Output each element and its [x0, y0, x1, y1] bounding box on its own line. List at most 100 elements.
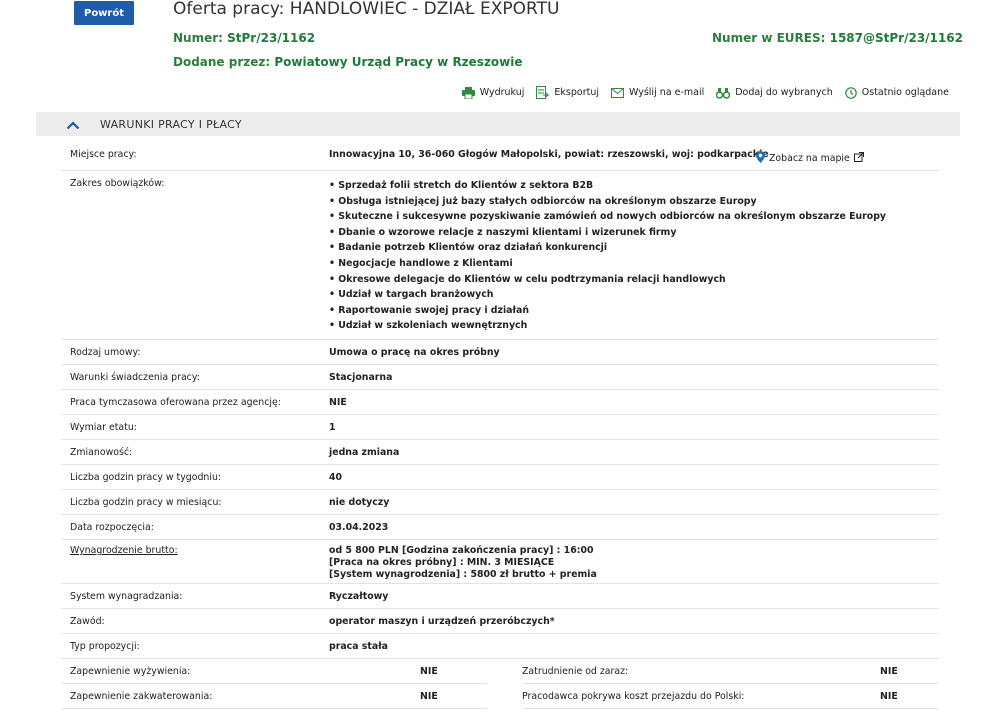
offer-type-label: Typ propozycji:	[70, 640, 140, 652]
add-favorite-button[interactable]: Dodaj do wybranych	[716, 87, 833, 99]
salary-value: od 5 800 PLN [Godzina zakończenia pracy]…	[329, 545, 939, 581]
list-item: Badanie potrzeb Klientów oraz działań ko…	[329, 240, 939, 256]
table-row: Typ propozycji: praca stała	[61, 634, 939, 659]
row-salary: Wynagrodzenie brutto: od 5 800 PLN [Godz…	[61, 540, 939, 584]
offer-number-value: StPr/23/1162	[227, 31, 316, 45]
pay-system-label: System wynagradzania:	[70, 590, 183, 602]
work-mode-label: Warunki świadczenia pracy:	[70, 371, 200, 383]
list-item: Sprzedaż folii stretch do Klientów z sek…	[329, 178, 939, 194]
contract-type-label: Rodzaj umowy:	[70, 346, 141, 358]
temp-agency-value: NIE	[329, 396, 347, 408]
printer-icon	[461, 86, 475, 99]
fte-label: Wymiar etatu:	[70, 421, 137, 433]
add-favorite-label: Dodaj do wybranych	[735, 87, 833, 98]
monthly-hours-label: Liczba godzin pracy w miesiącu:	[70, 496, 222, 508]
travel-cost-cell: Pracodawca pokrywa koszt przejazdu do Po…	[522, 684, 939, 709]
occupation-value: operator maszyn i urządzeń przeróbczych*	[329, 615, 555, 627]
eures-number: Numer w EURES: 1587@StPr/23/1162	[712, 31, 963, 45]
offer-number-key: Numer:	[173, 31, 228, 45]
monthly-hours-value: nie dotyczy	[329, 496, 390, 508]
shifts-label: Zmianowość:	[70, 446, 133, 458]
housing-label: Zapewnienie zakwaterowania:	[70, 690, 213, 702]
external-link-icon	[853, 152, 864, 165]
table-row: Zmianowość: jedna zmiana	[61, 440, 939, 465]
list-item: Udział w szkoleniach wewnętrznych	[329, 318, 939, 334]
table-row: Rodzaj umowy: Umowa o pracę na okres pró…	[61, 340, 939, 365]
table-row: Wymiar etatu: 1	[61, 415, 939, 440]
map-pin-icon	[756, 151, 765, 166]
export-button[interactable]: Eksportuj	[536, 86, 599, 99]
salary-line: [Praca na okres próbny] : MIN. 3 MIESIĄC…	[329, 557, 555, 568]
recently-viewed-button[interactable]: Ostatnio oglądane	[844, 86, 949, 99]
salary-line: od 5 800 PLN [Godzina zakończenia pracy]…	[329, 545, 594, 556]
housing-cell: Zapewnienie zakwaterowania: NIE	[61, 684, 487, 709]
chevron-up-icon[interactable]	[66, 115, 86, 134]
meals-cell: Zapewnienie wyżywienia: NIE	[61, 659, 487, 684]
contract-type-value: Umowa o pracę na okres próbny	[329, 346, 500, 358]
travel-cost-value: NIE	[880, 690, 898, 702]
export-icon	[536, 86, 550, 99]
table-row: Warunki świadczenia pracy: Stacjonarna	[61, 365, 939, 390]
email-button[interactable]: Wyślij na e-mail	[611, 87, 704, 98]
salary-line: [System wynagrodzenia] : 5800 zł brutto …	[329, 569, 597, 580]
clock-icon	[844, 86, 857, 99]
list-item: Skuteczne i sukcesywne pozyskiwanie zamó…	[329, 209, 939, 225]
travel-cost-label: Pracodawca pokrywa koszt przejazdu do Po…	[522, 690, 745, 702]
added-by-key: Dodane przez:	[173, 55, 275, 69]
export-label: Eksportuj	[554, 87, 599, 98]
conditions-table: Miejsce pracy: Innowacyjna 10, 36-060 Gł…	[61, 143, 939, 709]
list-item: Negocjacje handlowe z Klientami	[329, 256, 939, 272]
back-button[interactable]: Powrót	[74, 1, 134, 25]
page-title: Oferta pracy: HANDLOWIEC - DZIAŁ EXPORTU	[173, 0, 560, 19]
list-item: Dbanie o wzorowe relacje z naszymi klien…	[329, 225, 939, 241]
fte-value: 1	[329, 421, 336, 433]
immediate-cell: Zatrudnienie od zaraz: NIE	[522, 659, 939, 684]
list-item: Okresowe delegacje do Klientów w celu po…	[329, 272, 939, 288]
meals-value: NIE	[420, 665, 438, 677]
recently-viewed-label: Ostatnio oglądane	[861, 87, 949, 98]
table-row: Praca tymczasowa oferowana przez agencję…	[61, 390, 939, 415]
email-label: Wyślij na e-mail	[629, 87, 705, 98]
table-row: Zawód: operator maszyn i urządzeń przeró…	[61, 609, 939, 634]
section-header[interactable]: WARUNKI PRACY I PŁACY	[36, 112, 960, 136]
start-date-label: Data rozpoczęcia:	[70, 521, 154, 533]
occupation-label: Zawód:	[70, 615, 105, 627]
pay-system-value: Ryczałtowy	[329, 590, 389, 602]
shifts-value: jedna zmiana	[329, 446, 400, 458]
row-location: Miejsce pracy: Innowacyjna 10, 36-060 Gł…	[61, 143, 939, 171]
binoculars-icon	[716, 87, 731, 99]
table-row: Liczba godzin pracy w miesiącu: nie doty…	[61, 490, 939, 515]
housing-value: NIE	[420, 690, 438, 702]
duties-value: Sprzedaż folii stretch do Klientów z sek…	[329, 178, 939, 334]
print-button[interactable]: Wydrukuj	[461, 86, 525, 99]
temp-agency-label: Praca tymczasowa oferowana przez agencję…	[70, 396, 281, 408]
map-link[interactable]: Zobacz na mapie	[756, 151, 864, 166]
weekly-hours-label: Liczba godzin pracy w tygodniu:	[70, 471, 222, 483]
salary-label-link[interactable]: Wynagrodzenie brutto:	[70, 545, 178, 556]
list-item: Udział w targach branżowych	[329, 287, 939, 303]
duties-list: Sprzedaż folii stretch do Klientów z sek…	[329, 178, 939, 334]
work-mode-value: Stacjonarna	[329, 371, 393, 383]
table-row: Liczba godzin pracy w tygodniu: 40	[61, 465, 939, 490]
envelope-icon	[611, 87, 624, 98]
table-row: Zapewnienie zakwaterowania: NIE Pracodaw…	[61, 684, 939, 709]
table-row: Zapewnienie wyżywienia: NIE Zatrudnienie…	[61, 659, 939, 684]
meals-label: Zapewnienie wyżywienia:	[70, 665, 191, 677]
salary-label: Wynagrodzenie brutto:	[61, 545, 329, 556]
map-link-label: Zobacz na mapie	[769, 153, 850, 164]
immediate-label: Zatrudnienie od zaraz:	[522, 665, 629, 677]
print-label: Wydrukuj	[479, 87, 525, 98]
action-toolbar: Wydrukuj Eksportuj Wyślij na e-mail Doda…	[461, 86, 949, 99]
offer-number: Numer: StPr/23/1162	[173, 31, 315, 45]
eures-number-value: 1587@StPr/23/1162	[829, 31, 963, 45]
added-by: Dodane przez: Powiatowy Urząd Pracy w Rz…	[173, 55, 523, 69]
added-by-value: Powiatowy Urząd Pracy w Rzeszowie	[274, 55, 523, 69]
list-item: Obsługa istniejącej już bazy stałych odb…	[329, 194, 939, 210]
table-row: Data rozpoczęcia: 03.04.2023	[61, 515, 939, 540]
weekly-hours-value: 40	[329, 471, 343, 483]
section-title: WARUNKI PRACY I PŁACY	[100, 117, 242, 131]
immediate-value: NIE	[880, 665, 898, 677]
row-duties: Zakres obowiązków: Sprzedaż folii stretc…	[61, 171, 939, 340]
eures-number-key: Numer w EURES:	[712, 31, 830, 45]
duties-label: Zakres obowiązków:	[70, 178, 165, 189]
